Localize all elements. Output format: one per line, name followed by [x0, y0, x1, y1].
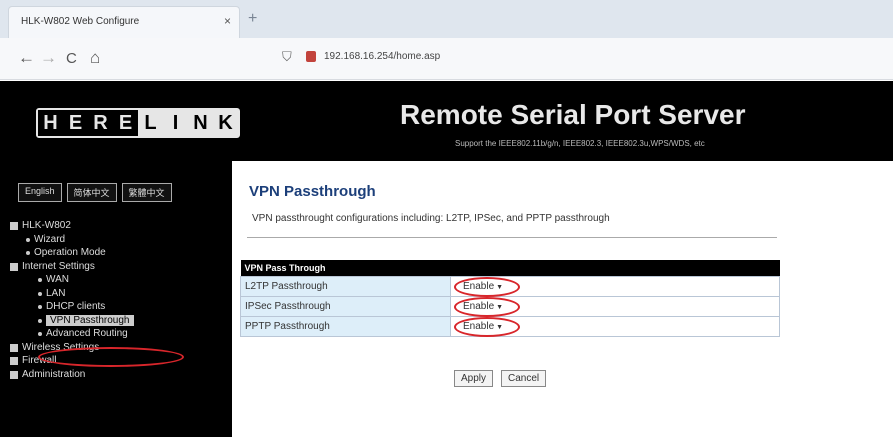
- main-content: VPN Passthrough VPN passthrought configu…: [232, 161, 893, 437]
- vpn-passthrough-table: VPN Pass Through L2TP Passthrough Enable…: [240, 260, 780, 337]
- lock-icon: [306, 51, 316, 62]
- logo-letter: E: [113, 110, 138, 136]
- sidebar-item-hlk-w802[interactable]: HLK-W802: [10, 219, 134, 233]
- reload-icon[interactable]: C: [66, 50, 77, 67]
- sidebar-item-label: VPN Passthrough: [46, 314, 134, 326]
- folder-icon: [10, 262, 18, 271]
- sidebar-item-label: DHCP clients: [46, 301, 106, 312]
- sidebar-item-label: LAN: [46, 287, 66, 299]
- folder-icon: [10, 343, 18, 352]
- ipsec-label: IPSec Passthrough: [240, 296, 451, 317]
- herelink-logo: HERELINK: [36, 108, 240, 138]
- bullet-icon: [38, 278, 42, 282]
- logo-letter: K: [213, 110, 238, 136]
- table-row: L2TP Passthrough Enable ▼: [240, 276, 780, 297]
- folder-icon: [10, 357, 18, 365]
- pptp-label: PPTP Passthrough: [240, 316, 451, 337]
- url-text[interactable]: 192.168.16.254/home.asp: [324, 51, 440, 62]
- l2tp-label: L2TP Passthrough: [240, 276, 451, 297]
- new-tab-icon[interactable]: +: [248, 10, 257, 28]
- highlight-annotation: [454, 317, 520, 337]
- sidebar-item-label: Operation Mode: [34, 247, 106, 258]
- bullet-icon: [26, 237, 30, 242]
- apply-button[interactable]: Apply: [454, 370, 494, 387]
- divider: [247, 237, 777, 238]
- bullet-icon: [38, 318, 42, 323]
- ipsec-select[interactable]: Enable ▼: [454, 297, 520, 317]
- logo-letter: I: [163, 110, 188, 136]
- back-arrow-icon[interactable]: ←: [18, 48, 35, 68]
- sidebar-item-wan[interactable]: WAN: [10, 273, 134, 287]
- table-header: VPN Pass Through: [240, 260, 780, 277]
- bullet-icon: [26, 251, 30, 255]
- language-switcher: English 简体中文 繁體中文: [18, 183, 172, 202]
- logo-letter: H: [38, 110, 63, 136]
- sidebar-item-administration[interactable]: Administration: [10, 368, 134, 382]
- sidebar-item-advanced-routing[interactable]: Advanced Routing: [10, 327, 134, 341]
- bullet-icon: [38, 305, 42, 309]
- lang-button-english[interactable]: English: [18, 183, 62, 202]
- sidebar: English 简体中文 繁體中文 HLK-W802 Wizard Operatio…: [0, 161, 232, 437]
- cancel-button[interactable]: Cancel: [501, 370, 547, 387]
- form-buttons: Apply Cancel: [454, 370, 547, 387]
- folder-icon: [10, 222, 18, 230]
- browser-nav-bar: ← → C ⌂ ⛉ 192.168.16.254/home.asp: [0, 38, 893, 80]
- table-row: PPTP Passthrough Enable ▼: [240, 316, 780, 337]
- bullet-icon: [38, 291, 42, 296]
- sidebar-item-label: Wizard: [34, 233, 66, 245]
- lang-button-simplified-chinese[interactable]: 简体中文: [66, 183, 117, 202]
- sidebar-item-label: Advanced Routing: [46, 328, 128, 339]
- sidebar-item-label: HLK-W802: [22, 220, 71, 231]
- address-bar[interactable]: ⛉ 192.168.16.254/home.asp: [262, 47, 882, 71]
- folder-icon: [10, 370, 18, 379]
- sidebar-item-internet-settings[interactable]: Internet Settings: [10, 260, 134, 274]
- pptp-select[interactable]: Enable ▼: [454, 317, 520, 337]
- shield-icon: ⛉: [282, 49, 292, 64]
- tab-title: HLK-W802 Web Configure: [21, 16, 140, 27]
- device-header: HERELINK Remote Serial Port Server Suppo…: [0, 81, 893, 161]
- page-title: VPN Passthrough: [249, 183, 376, 200]
- l2tp-select[interactable]: Enable ▼: [454, 277, 520, 297]
- logo-letter: N: [188, 110, 213, 136]
- highlight-annotation: [454, 277, 520, 297]
- sidebar-item-label: Internet Settings: [22, 260, 95, 272]
- sidebar-item-vpn-passthrough[interactable]: VPN Passthrough: [10, 314, 134, 328]
- sidebar-item-wizard[interactable]: Wizard: [10, 233, 134, 247]
- sidebar-item-operation-mode[interactable]: Operation Mode: [10, 246, 134, 260]
- product-title: Remote Serial Port Server: [400, 99, 746, 130]
- home-icon[interactable]: ⌂: [90, 48, 100, 68]
- highlight-annotation: [38, 347, 184, 367]
- sidebar-item-dhcp-clients[interactable]: DHCP clients: [10, 300, 134, 314]
- highlight-annotation: [454, 297, 520, 317]
- table-row: IPSec Passthrough Enable ▼: [240, 296, 780, 317]
- bullet-icon: [38, 332, 42, 336]
- forward-arrow-icon[interactable]: →: [40, 48, 57, 68]
- close-icon[interactable]: ×: [224, 14, 231, 28]
- page-description: VPN passthrought configurations includin…: [252, 213, 610, 224]
- browser-tab[interactable]: HLK-W802 Web Configure ×: [8, 6, 240, 38]
- logo-letter: E: [63, 110, 88, 136]
- sidebar-item-label: Administration: [22, 368, 86, 380]
- logo-letter: R: [88, 110, 113, 136]
- lang-button-traditional-chinese[interactable]: 繁體中文: [121, 183, 172, 202]
- sidebar-item-label: WAN: [46, 274, 69, 285]
- sidebar-item-lan[interactable]: LAN: [10, 287, 134, 301]
- logo-letter: L: [138, 110, 163, 136]
- product-subtitle: Support the IEEE802.11b/g/n, IEEE802.3, …: [455, 139, 705, 148]
- browser-tab-bar: HLK-W802 Web Configure × +: [0, 0, 893, 38]
